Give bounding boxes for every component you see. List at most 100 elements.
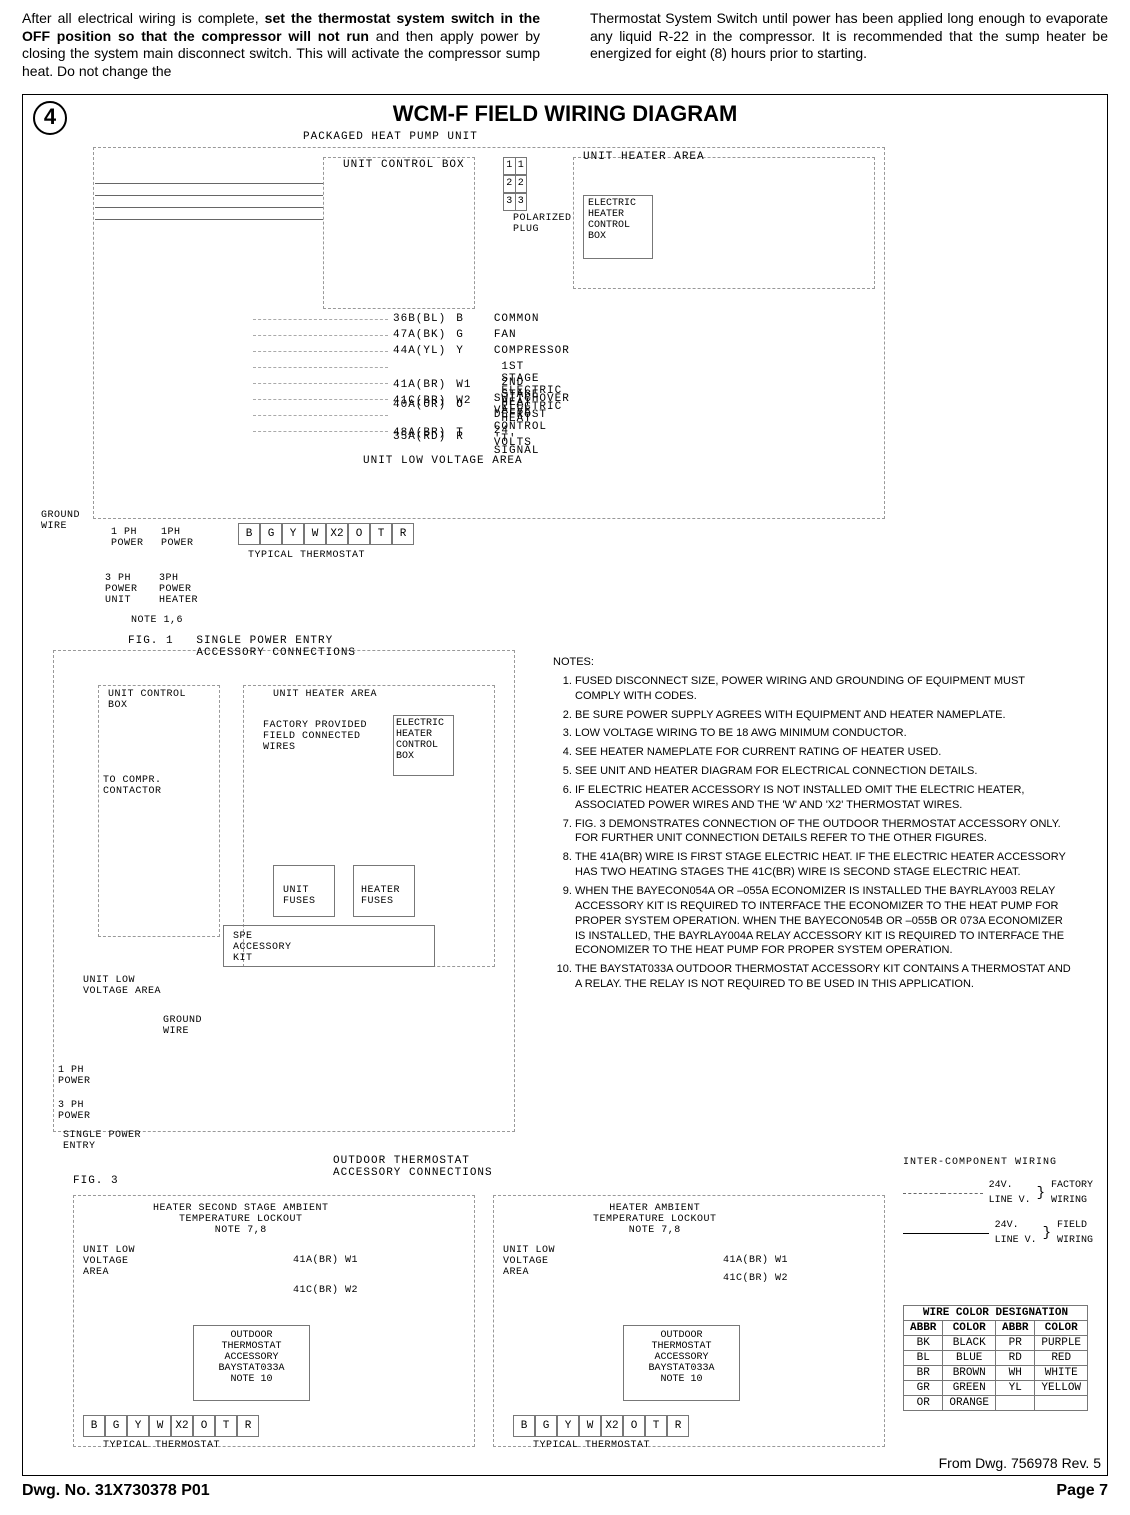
intro-left: After all electrical wiring is complete,… xyxy=(22,10,540,80)
t-o: O xyxy=(193,1415,215,1437)
note-1: FUSED DISCONNECT SIZE, POWER WIRING AND … xyxy=(575,674,1073,704)
wct-r: YL xyxy=(996,1381,1035,1396)
pol-plug-label: POLARIZED PLUG xyxy=(513,213,572,235)
note-4: SEE HEATER NAMEPLATE FOR CURRENT RATING … xyxy=(575,745,1073,760)
fig1-ground: GROUND WIRE xyxy=(163,1015,202,1037)
note-8: THE 41A(BR) WIRE IS FIRST STAGE ELECTRIC… xyxy=(575,850,1073,880)
wire-pin-7: R xyxy=(456,431,464,443)
wire-code-7: 35A(RD) xyxy=(393,431,446,443)
note16-label: NOTE 1,6 xyxy=(131,615,183,626)
wiring-diagram: 4 WCM-F FIELD WIRING DIAGRAM PACKAGED HE… xyxy=(22,94,1108,1476)
wct-r xyxy=(1035,1396,1088,1411)
fig3-w1-l: 41A(BR) W1 xyxy=(293,1255,358,1266)
fig1-ucb-label: UNIT CONTROL BOX xyxy=(108,689,186,711)
fig1-bottom: SINGLE POWER ENTRY xyxy=(63,1130,141,1152)
wct-h0: ABBR xyxy=(904,1321,943,1336)
fig1-uf: UNIT FUSES xyxy=(283,885,316,907)
term-g: G xyxy=(260,523,282,545)
term-r: R xyxy=(392,523,414,545)
legend-a: 24V. LINE V. xyxy=(989,1178,1031,1208)
term-o: O xyxy=(348,523,370,545)
wct-r: BROWN xyxy=(943,1366,996,1381)
notes-block: NOTES: FUSED DISCONNECT SIZE, POWER WIRI… xyxy=(553,655,1073,996)
fig1-p3: 3 PH POWER xyxy=(58,1100,91,1122)
from-drawing: From Dwg. 756978 Rev. 5 xyxy=(939,1455,1101,1471)
fig1-hf: HEATER FUSES xyxy=(361,885,400,907)
fig1-title: FIG. 1 SINGLE POWER ENTRY ACCESSORY CONN… xyxy=(128,635,356,659)
wct-h2: ABBR xyxy=(996,1321,1035,1336)
wct-h3: COLOR xyxy=(1035,1321,1088,1336)
t2-r: R xyxy=(667,1415,689,1437)
term-w: W xyxy=(304,523,326,545)
t2-y: Y xyxy=(557,1415,579,1437)
fig3-typ-l: TYPICAL THERMOSTAT xyxy=(103,1440,220,1451)
note-7: FIG. 3 DEMONSTRATES CONNECTION OF THE OU… xyxy=(575,817,1073,847)
legend-title: INTER-COMPONENT WIRING xyxy=(903,1155,1093,1170)
t2-w: W xyxy=(579,1415,601,1437)
term-x2: X2 xyxy=(326,523,348,545)
t-t: T xyxy=(215,1415,237,1437)
conn-3a: 3 xyxy=(504,194,516,210)
fig3-ota-r: OUTDOOR THERMOSTAT ACCESSORY BAYSTAT033A… xyxy=(623,1325,740,1401)
p3u-label: 3 PH POWER UNIT xyxy=(105,573,138,606)
wire-color-table: WIRE COLOR DESIGNATION ABBR COLOR ABBR C… xyxy=(903,1305,1088,1411)
wct-r: PR xyxy=(996,1336,1035,1351)
t2-t: T xyxy=(645,1415,667,1437)
note-5: SEE UNIT AND HEATER DIAGRAM FOR ELECTRIC… xyxy=(575,764,1073,779)
fig3-ulva-r: UNIT LOW VOLTAGE AREA xyxy=(503,1245,555,1278)
note-10: THE BAYSTAT033A OUTDOOR THERMOSTAT ACCES… xyxy=(575,962,1073,992)
wct-title: WIRE COLOR DESIGNATION xyxy=(904,1306,1088,1321)
wct-r: WH xyxy=(996,1366,1035,1381)
polarized-plug: 11 22 33 xyxy=(503,157,527,211)
t-r: R xyxy=(237,1415,259,1437)
page-footer: Dwg. No. 31X730378 P01 Page 7 xyxy=(22,1482,1108,1500)
fig1-fpw: FACTORY PROVIDED FIELD CONNECTED WIRES xyxy=(263,720,367,753)
thermostat-terminals: B G Y W X2 O T R xyxy=(238,523,414,545)
intro-columns: After all electrical wiring is complete,… xyxy=(22,10,1108,80)
wct-r: ORANGE xyxy=(943,1396,996,1411)
fig3-w2-l: 41C(BR) W2 xyxy=(293,1285,358,1296)
fig1-ucb xyxy=(98,685,220,937)
p1-label: 1 PH POWER xyxy=(111,527,144,549)
t2-g: G xyxy=(535,1415,557,1437)
wire-pin-0: B xyxy=(456,313,464,325)
wct-h1: COLOR xyxy=(943,1321,996,1336)
wct-r: BK xyxy=(904,1336,943,1351)
t-w: W xyxy=(149,1415,171,1437)
t-b: B xyxy=(83,1415,105,1437)
fig3-header: OUTDOOR THERMOSTAT ACCESSORY CONNECTIONS xyxy=(333,1155,493,1179)
intro-left-a: After all electrical wiring is complete, xyxy=(22,10,265,26)
conn-2a: 2 xyxy=(504,176,516,192)
legend-fb: FIELD WIRING xyxy=(1057,1218,1093,1248)
fig3-name: FIG. 3 xyxy=(73,1175,119,1187)
fig3-w2-r: 41C(BR) W2 xyxy=(723,1273,788,1284)
diagram-title: WCM-F FIELD WIRING DIAGRAM xyxy=(23,101,1107,127)
term-t: T xyxy=(370,523,392,545)
legend-box: INTER-COMPONENT WIRING 24V. LINE V. } FA… xyxy=(903,1155,1093,1250)
wct-r: GR xyxy=(904,1381,943,1396)
conn-1a: 1 xyxy=(504,158,516,174)
wire-desc-7: 24 VOLTS xyxy=(494,425,532,449)
notes-header: NOTES: xyxy=(553,655,1073,670)
fig3-typ-r: TYPICAL THERMOSTAT xyxy=(533,1440,650,1451)
legend-fa: FACTORY WIRING xyxy=(1051,1178,1093,1208)
footer-right: Page 7 xyxy=(1056,1482,1108,1500)
note-2: BE SURE POWER SUPPLY AGREES WITH EQUIPME… xyxy=(575,708,1073,723)
ucb-label: UNIT CONTROL BOX xyxy=(343,159,465,171)
fig1-ulva: UNIT LOW VOLTAGE AREA xyxy=(83,975,161,997)
conn-1b: 1 xyxy=(516,158,527,174)
wct-r: BR xyxy=(904,1366,943,1381)
note-6: IF ELECTRIC HEATER ACCESSORY IS NOT INST… xyxy=(575,783,1073,813)
fig1-ehcb: ELECTRIC HEATER CONTROL BOX xyxy=(393,715,454,776)
note-3: LOW VOLTAGE WIRING TO BE 18 AWG MINIMUM … xyxy=(575,726,1073,741)
wire-pin-1: G xyxy=(456,329,464,341)
t-g: G xyxy=(105,1415,127,1437)
wct-r: RED xyxy=(1035,1351,1088,1366)
conn-3b: 3 xyxy=(516,194,527,210)
wct-r: PURPLE xyxy=(1035,1336,1088,1351)
note-9: WHEN THE BAYECON054A OR –055A ECONOMIZER… xyxy=(575,884,1073,958)
t2-o: O xyxy=(623,1415,645,1437)
ehcb-box: ELECTRIC HEATER CONTROL BOX xyxy=(583,195,653,259)
conn-2b: 2 xyxy=(516,176,527,192)
ground-label: GROUND WIRE xyxy=(41,510,80,532)
